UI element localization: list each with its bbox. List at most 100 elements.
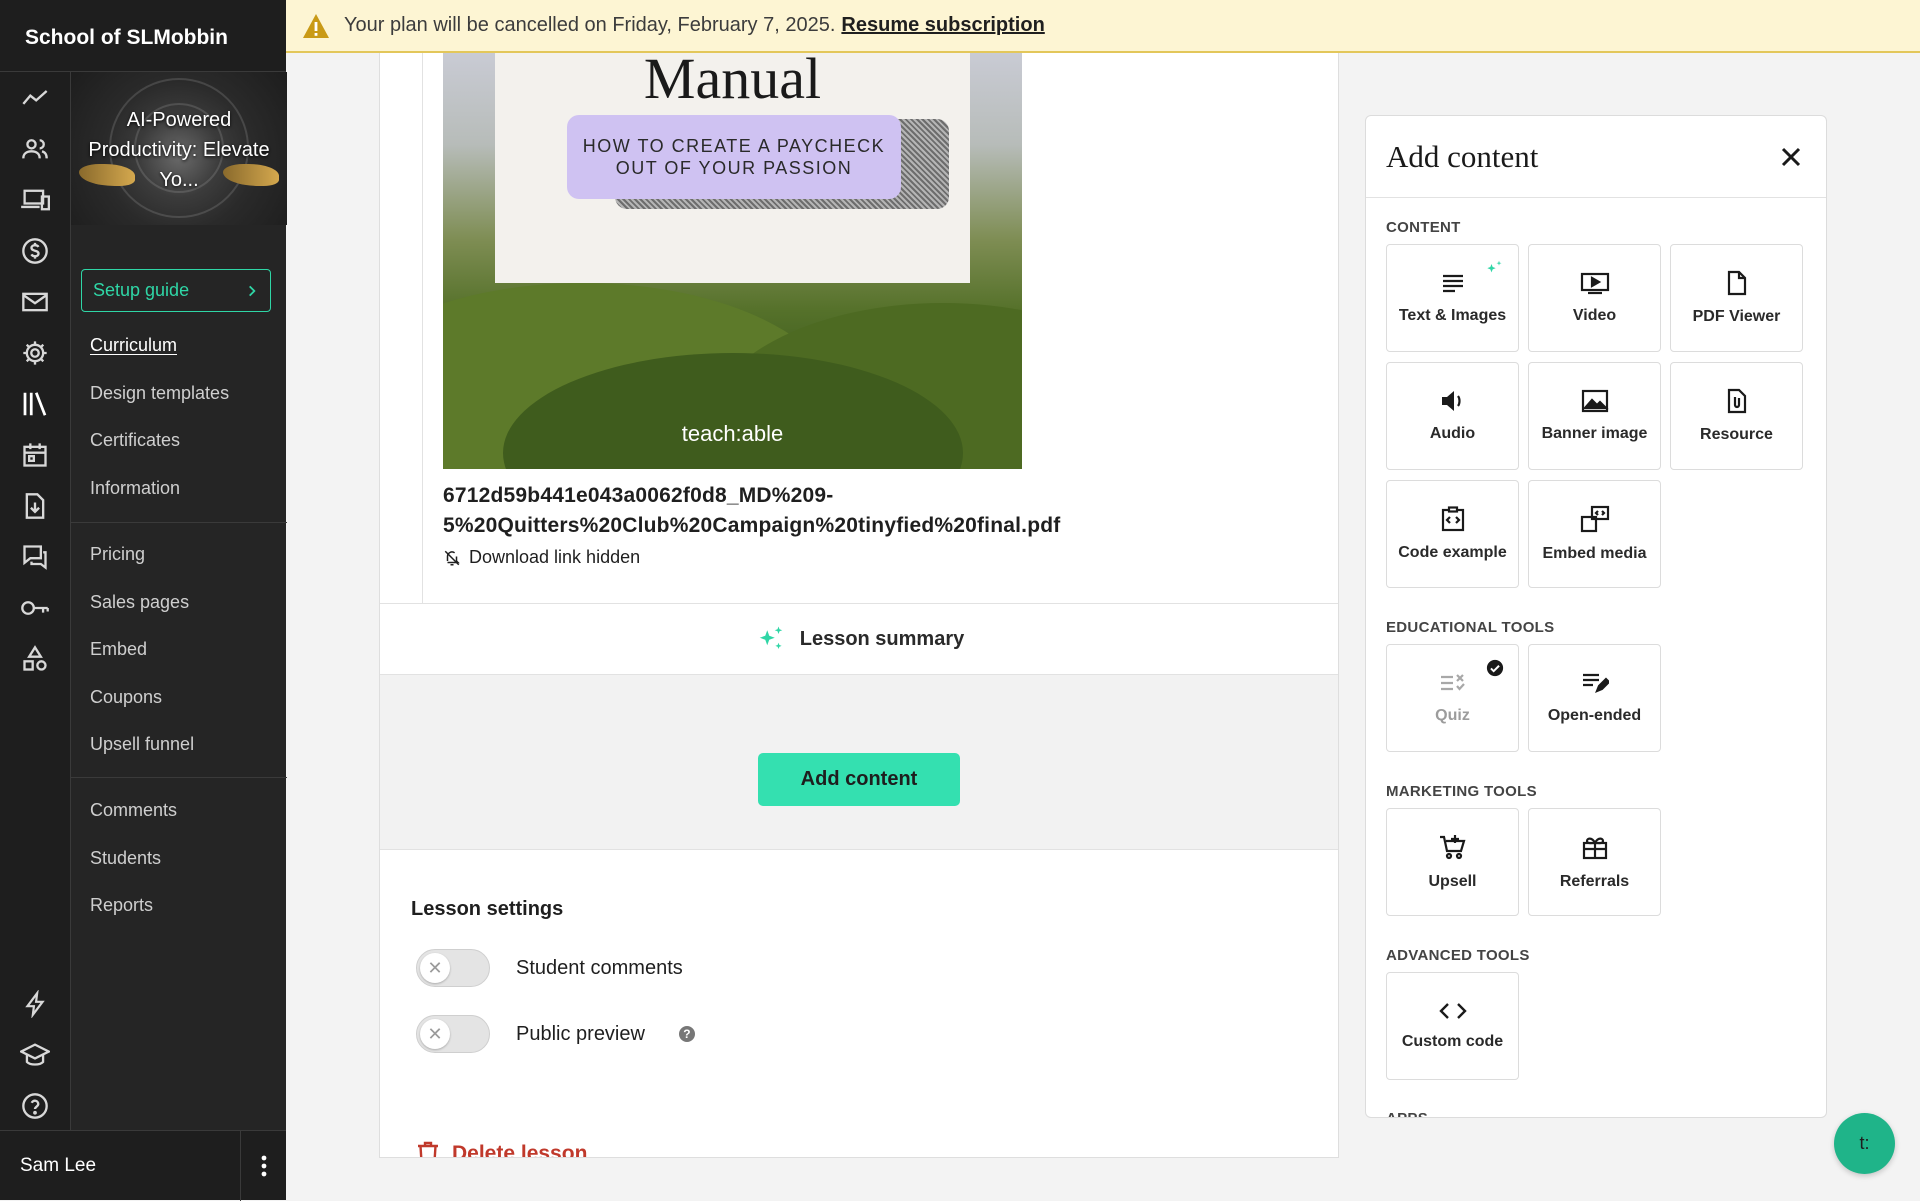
devices-icon[interactable] <box>0 174 70 225</box>
help-icon[interactable]: ? <box>678 1026 695 1042</box>
cart-plus-icon <box>1439 835 1465 860</box>
close-icon: ✕ <box>420 1019 450 1049</box>
resume-subscription-link[interactable]: Resume subscription <box>841 14 1044 37</box>
bell-off-icon <box>444 550 460 565</box>
open-ended-card[interactable]: Open-ended <box>1528 644 1661 752</box>
audio-card[interactable]: Audio <box>1386 362 1519 470</box>
lesson-summary-label: Lesson summary <box>799 627 965 650</box>
sparkle-icon <box>1487 260 1502 273</box>
text-images-label: Text & Images <box>1398 307 1507 324</box>
trash-icon <box>418 1141 438 1157</box>
calendar-icon[interactable] <box>0 429 70 480</box>
dollar-icon[interactable] <box>0 225 70 276</box>
gear-icon[interactable] <box>0 327 70 378</box>
nav-item-reports[interactable]: Reports <box>71 882 287 930</box>
quiz-card[interactable]: Quiz <box>1386 644 1519 752</box>
upsell-card[interactable]: Upsell <box>1386 808 1519 916</box>
video-label: Video <box>1572 307 1617 324</box>
lesson-summary-button[interactable]: Lesson summary <box>380 603 1338 675</box>
download-status-label: Download link hidden <box>469 547 641 567</box>
code-example-card[interactable]: Code example <box>1386 480 1519 588</box>
code-example-label: Code example <box>1398 544 1507 561</box>
section-label-marketing: MARKETING TOOLS <box>1386 783 1537 800</box>
pdf-preview-image[interactable]: Manual HOW TO CREATE A PAYCHECK OUT OF Y… <box>443 53 1022 469</box>
text-lines-icon <box>1442 274 1463 293</box>
embed-media-label: Embed media <box>1542 545 1647 562</box>
nav-item-design-templates[interactable]: Design templates <box>71 370 287 418</box>
quiz-label: Quiz <box>1435 707 1470 724</box>
add-content-button[interactable]: Add content <box>758 753 960 806</box>
mail-icon[interactable] <box>0 276 70 327</box>
library-icon[interactable] <box>0 378 70 429</box>
help-icon[interactable] <box>0 1080 70 1131</box>
nav-item-upsell-funnel[interactable]: Upsell funnel <box>71 721 287 769</box>
panel-header: Add content <box>1366 116 1826 198</box>
sparkle-icon <box>759 626 782 649</box>
course-sidebar: AI-Powered Productivity: Elevate Yo... S… <box>70 72 287 1130</box>
warning-icon <box>303 13 329 38</box>
key-icon[interactable] <box>0 582 70 633</box>
lightning-icon[interactable] <box>0 978 70 1029</box>
download-icon[interactable] <box>0 480 70 531</box>
chat-launcher-button[interactable]: t: <box>1834 1113 1895 1174</box>
section-label-content: CONTENT <box>1386 219 1461 236</box>
delete-lesson-label: Delete lesson <box>452 1142 588 1158</box>
setup-guide-label: Setup guide <box>93 280 190 300</box>
quiz-list-icon <box>1440 674 1465 691</box>
download-status: Download link hidden <box>443 547 640 568</box>
lesson-settings-title: Lesson settings <box>411 898 564 920</box>
nav-item-embed[interactable]: Embed <box>71 626 287 674</box>
custom-code-label: Custom code <box>1401 1033 1504 1050</box>
nav-item-sales-pages[interactable]: Sales pages <box>71 579 287 627</box>
nav-item-pricing[interactable]: Pricing <box>71 531 287 579</box>
embed-media-card[interactable]: Embed media <box>1528 480 1661 588</box>
check-circle-icon <box>1486 659 1504 677</box>
text-images-card[interactable]: Text & Images <box>1386 244 1519 352</box>
upsell-label: Upsell <box>1428 873 1477 890</box>
nav-item-coupons[interactable]: Coupons <box>71 674 287 722</box>
shapes-icon[interactable] <box>0 633 70 684</box>
resource-card[interactable]: Resource <box>1670 362 1803 470</box>
nav-item-information[interactable]: Information <box>71 465 287 513</box>
student-comments-toggle[interactable]: ✕ <box>416 949 490 987</box>
embed-media-icon <box>1580 505 1609 533</box>
content-block-rule <box>422 53 423 603</box>
referrals-card[interactable]: Referrals <box>1528 808 1661 916</box>
nav-item-certificates[interactable]: Certificates <box>71 417 287 465</box>
banner-image-card[interactable]: Banner image <box>1528 362 1661 470</box>
setup-guide-button[interactable]: Setup guide <box>81 269 271 312</box>
pdf-viewer-card[interactable]: PDF Viewer <box>1670 244 1803 352</box>
more-vertical-icon[interactable] <box>240 1131 286 1201</box>
code-clipboard-icon <box>1441 506 1464 532</box>
public-preview-label: Public preview <box>516 1022 645 1045</box>
pdf-cover-heading: Manual <box>643 53 822 111</box>
resource-label: Resource <box>1700 426 1773 443</box>
audio-label: Audio <box>1429 425 1476 442</box>
nav-item-students[interactable]: Students <box>71 835 287 883</box>
course-thumbnail[interactable]: AI-Powered Productivity: Elevate Yo... <box>71 72 287 225</box>
users-icon[interactable] <box>0 123 70 174</box>
user-name[interactable]: Sam Lee <box>20 1155 96 1177</box>
graduation-cap-icon[interactable] <box>0 1029 70 1080</box>
delete-lesson-button[interactable]: Delete lesson <box>416 1141 588 1158</box>
nav-group-sales: Pricing Sales pages Embed Coupons Upsell… <box>71 531 287 769</box>
analytics-icon[interactable] <box>0 72 70 123</box>
close-icon[interactable] <box>1780 146 1802 168</box>
user-bar: Sam Lee <box>0 1130 286 1201</box>
pdf-cover-pill: HOW TO CREATE A PAYCHECK OUT OF YOUR PAS… <box>567 115 901 199</box>
public-preview-toggle[interactable]: ✕ <box>416 1015 490 1053</box>
chat-icon[interactable] <box>0 531 70 582</box>
text-pencil-icon <box>1582 673 1609 693</box>
lesson-editor: Manual HOW TO CREATE A PAYCHECK OUT OF Y… <box>379 53 1339 1158</box>
custom-code-card[interactable]: Custom code <box>1386 972 1519 1080</box>
nav-item-comments[interactable]: Comments <box>71 787 287 835</box>
section-label-educational: EDUCATIONAL TOOLS <box>1386 619 1555 636</box>
video-card[interactable]: Video <box>1528 244 1661 352</box>
open-ended-label: Open-ended <box>1547 707 1642 724</box>
public-preview-setting: ✕ Public preview? <box>416 1015 695 1053</box>
nav-item-curriculum[interactable]: Curriculum <box>71 322 287 370</box>
school-name[interactable]: School of SLMobbin <box>0 0 286 72</box>
icon-rail <box>0 0 70 1200</box>
file-icon <box>1727 270 1746 296</box>
nav-divider <box>71 522 287 523</box>
